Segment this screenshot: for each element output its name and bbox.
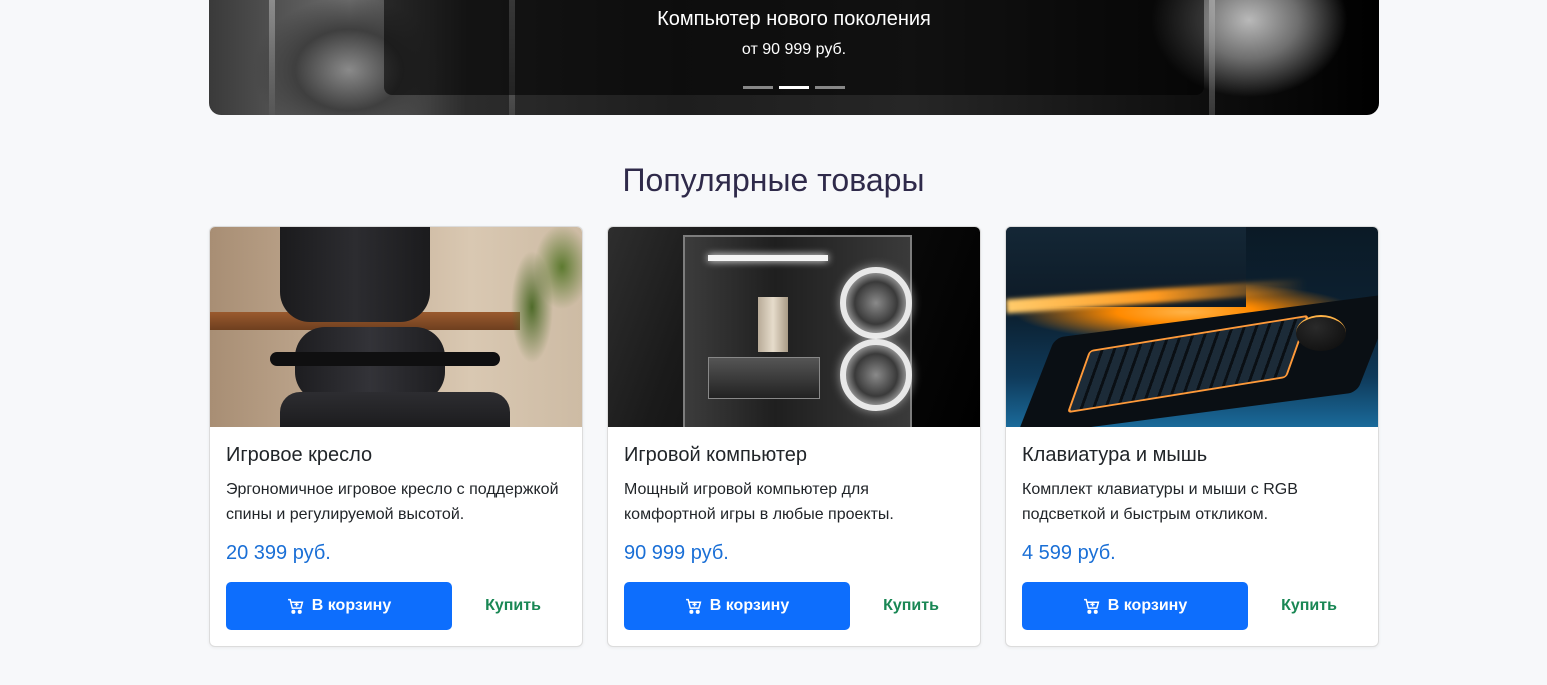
add-to-cart-button[interactable]: В корзину [1022, 582, 1248, 630]
product-image-pc[interactable] [608, 227, 980, 427]
add-to-cart-button[interactable]: В корзину [624, 582, 850, 630]
hero-carousel[interactable]: Компьютер нового поколения от 90 999 руб… [209, 0, 1379, 115]
hero-image-detail [269, 0, 275, 115]
hero-title: Компьютер нового поколения [657, 8, 931, 30]
product-description: Мощный игровой компьютер для комфортной … [624, 481, 894, 523]
add-to-cart-label: В корзину [311, 597, 392, 614]
chair-seat [280, 392, 510, 427]
section-title: Популярные товары [622, 162, 925, 198]
carousel-indicator-2[interactable] [779, 86, 809, 89]
buy-button[interactable]: Купить [460, 582, 566, 630]
pc-fan [840, 339, 912, 411]
product-image-chair[interactable] [210, 227, 582, 427]
add-to-cart-label: В корзину [709, 597, 790, 614]
product-card: Игровое кресло Эргономичное игровое крес… [209, 226, 583, 647]
product-description: Эргономичное игровое кресло с поддержкой… [226, 481, 559, 523]
buy-button[interactable]: Купить [1256, 582, 1362, 630]
carousel-indicator-1[interactable] [743, 86, 773, 89]
product-description: Комплект клавиатуры и мыши с RGB подсвет… [1022, 481, 1298, 523]
hero-image-detail [1209, 0, 1215, 115]
hero-subtitle: от 90 999 руб. [741, 41, 847, 58]
carousel-indicators [743, 86, 845, 89]
cart-icon [287, 598, 304, 614]
cart-icon [1083, 598, 1100, 614]
page: Компьютер нового поколения от 90 999 руб… [0, 0, 1547, 685]
product-price: 20 399 руб. [226, 542, 331, 564]
product-card: Клавиатура и мышь Комплект клавиатуры и … [1005, 226, 1379, 647]
product-title: Клавиатура и мышь [1022, 444, 1208, 466]
chair-backrest [280, 227, 430, 322]
pc-fan [840, 267, 912, 339]
cart-icon [685, 598, 702, 614]
buy-button[interactable]: Купить [858, 582, 964, 630]
product-title: Игровой компьютер [624, 444, 808, 466]
mouse [1296, 315, 1346, 351]
product-image-keyboard[interactable] [1006, 227, 1378, 427]
product-price: 4 599 руб. [1022, 542, 1116, 564]
add-to-cart-label: В корзину [1107, 597, 1188, 614]
chair-armrest [270, 352, 500, 366]
product-price: 90 999 руб. [624, 542, 729, 564]
hero-caption: Компьютер нового поколения от 90 999 руб… [384, 0, 1204, 95]
pc-gpu [708, 357, 820, 399]
pc-ram [758, 297, 788, 352]
product-card: Игровой компьютер Мощный игровой компьют… [607, 226, 981, 647]
product-title: Игровое кресло [226, 444, 373, 466]
add-to-cart-button[interactable]: В корзину [226, 582, 452, 630]
pc-light [708, 255, 828, 261]
carousel-indicator-3[interactable] [815, 86, 845, 89]
